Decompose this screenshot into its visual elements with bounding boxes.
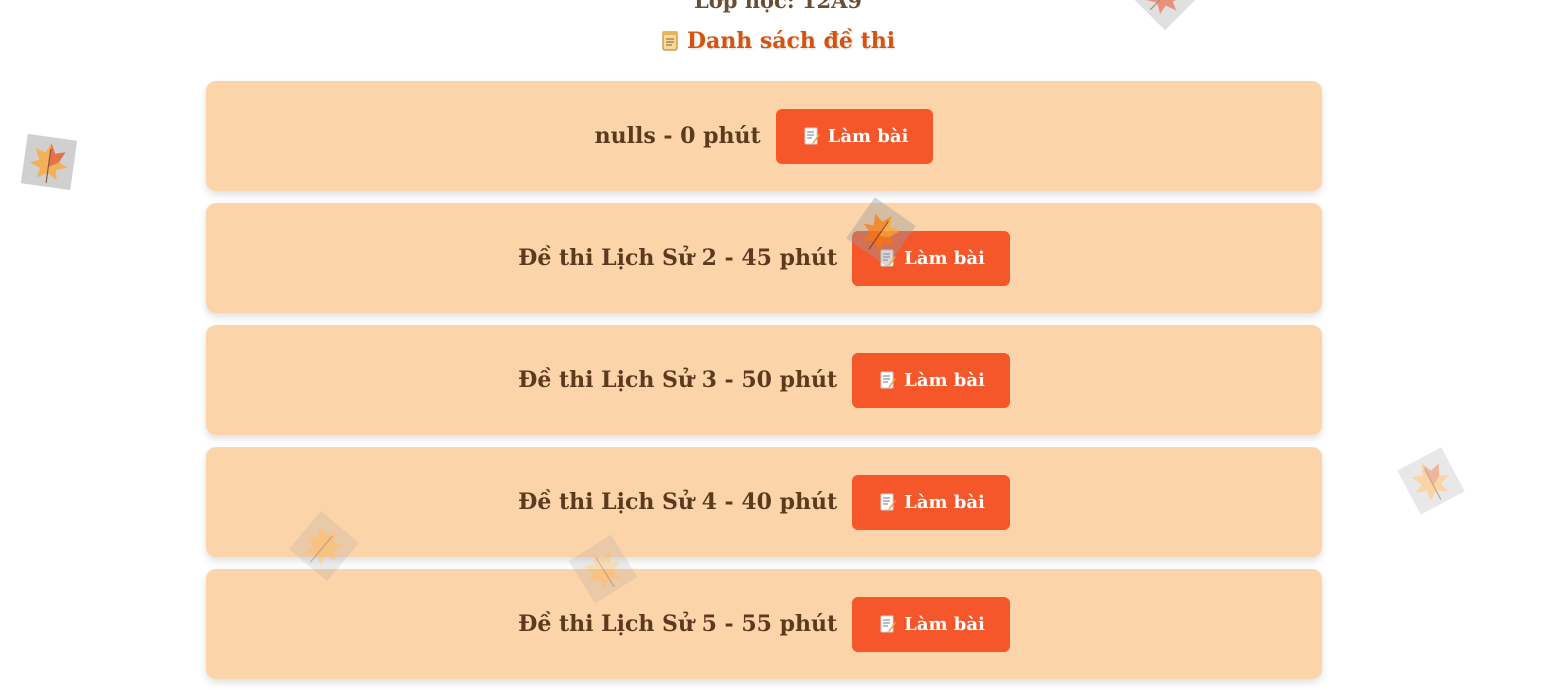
exam-card: nulls - 0 phút Làm bài	[206, 81, 1322, 191]
exam-card: Đề thi Lịch Sử 3 - 50 phút Làm bài	[206, 325, 1322, 435]
start-exam-label: Làm bài	[904, 247, 985, 269]
exam-list-heading: Danh sách đề thi	[0, 28, 1556, 54]
exam-title: Đề thi Lịch Sử 2 - 45 phút	[518, 245, 838, 271]
exam-card: Đề thi Lịch Sử 2 - 45 phút Làm bài	[206, 203, 1322, 313]
memo-icon	[804, 127, 820, 145]
memo-icon	[880, 493, 897, 511]
start-exam-button[interactable]: Làm bài	[852, 474, 1010, 530]
start-exam-label: Làm bài	[827, 125, 909, 147]
class-info-text: Lớp học: 12A9	[693, 0, 863, 13]
start-exam-label: Làm bài	[904, 491, 985, 513]
exam-card: Đề thi Lịch Sử 4 - 40 phút Làm bài	[206, 447, 1322, 557]
memo-icon	[880, 615, 897, 633]
exam-card: Đề thi Lịch Sử 5 - 55 phút Làm bài	[206, 569, 1322, 679]
start-exam-label: Làm bài	[904, 369, 985, 391]
exam-list: nulls - 0 phút Làm bài Đề thi Lịch Sử 2 …	[206, 81, 1322, 690]
exam-title: Đề thi Lịch Sử 5 - 55 phút	[518, 611, 838, 637]
start-exam-label: Làm bài	[904, 613, 985, 635]
exam-title: Đề thi Lịch Sử 3 - 50 phút	[518, 367, 838, 393]
exam-title: nulls - 0 phút	[594, 123, 761, 149]
autumn-leaf-icon	[20, 133, 78, 191]
exam-title: Đề thi Lịch Sử 4 - 40 phút	[518, 489, 838, 515]
start-exam-button[interactable]: Làm bài	[852, 352, 1010, 408]
start-exam-button[interactable]: Làm bài	[852, 596, 1010, 652]
memo-icon	[880, 249, 897, 267]
scroll-icon	[661, 31, 678, 51]
memo-icon	[880, 371, 897, 389]
start-exam-button[interactable]: Làm bài	[775, 108, 934, 164]
autumn-leaf-icon	[1397, 447, 1465, 515]
exam-list-page: Lớp học: 12A9 Danh sách đề thi nulls - 0…	[0, 0, 1556, 690]
start-exam-button[interactable]: Làm bài	[852, 230, 1010, 286]
exam-list-title: Danh sách đề thi	[686, 28, 896, 54]
